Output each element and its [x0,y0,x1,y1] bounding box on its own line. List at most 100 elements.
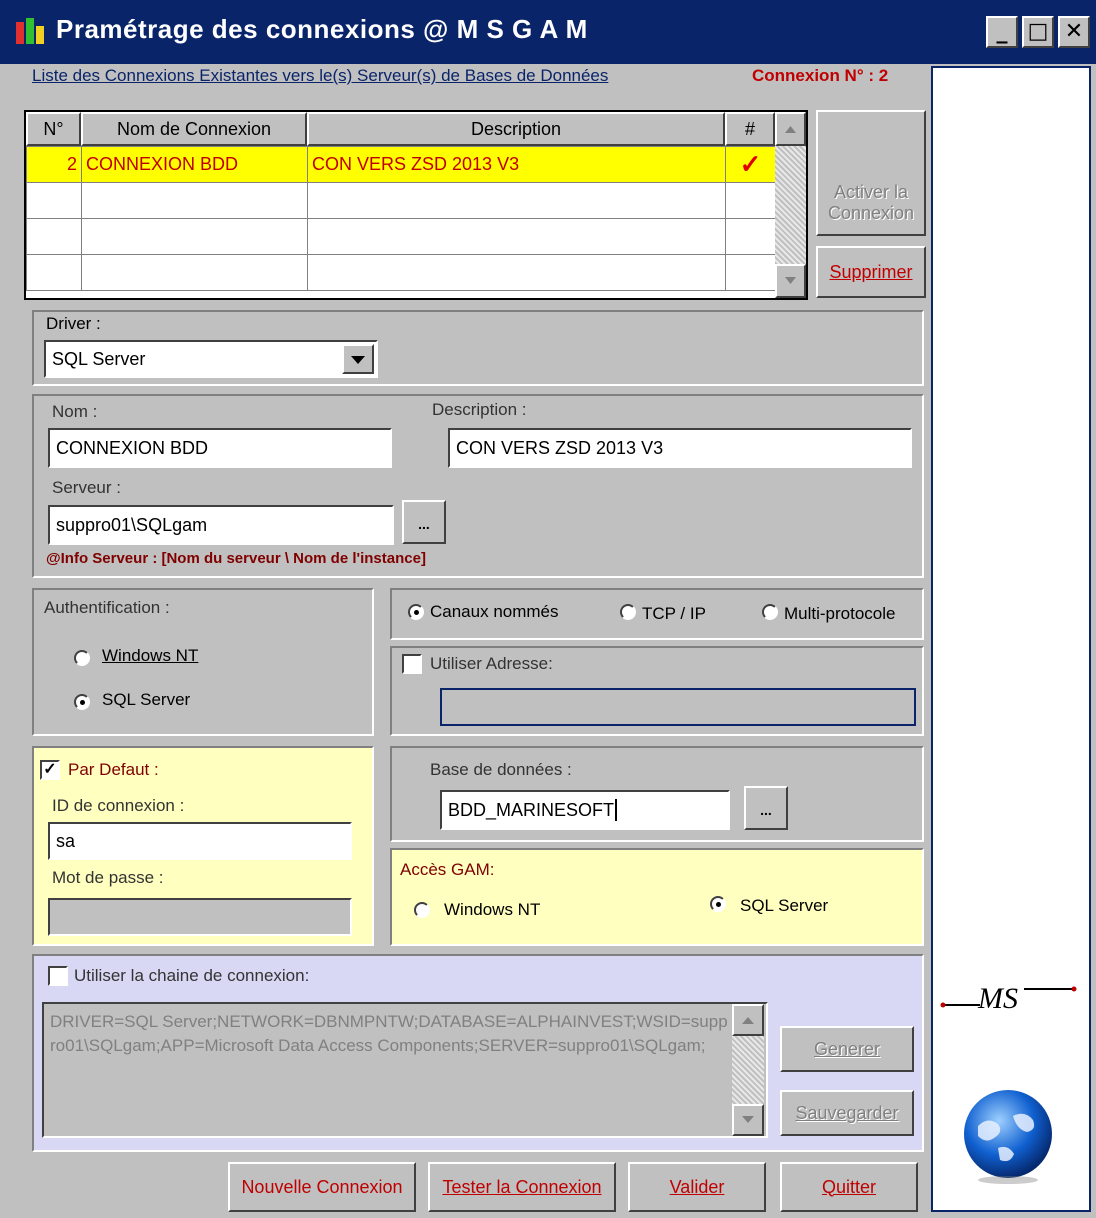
description-input[interactable]: CON VERS ZSD 2013 V3 [448,428,912,468]
activate-label-2: Connexion [827,203,915,223]
protocol-multi-label[interactable]: Multi-protocole [784,604,896,624]
textarea-scroll-down-icon[interactable] [732,1104,764,1136]
maximize-icon[interactable]: □ [1022,16,1054,48]
connection-string-textarea[interactable]: DRIVER=SQL Server;NETWORK=DBNMPNTW;DATAB… [42,1002,768,1138]
right-panel [931,66,1091,1212]
row-name [81,218,308,255]
gam-sql-label[interactable]: SQL Server [740,896,828,916]
protocol-named-pipes-label[interactable]: Canaux nommés [430,602,559,622]
gam-access-label: Accès GAM: [400,860,495,879]
table-row[interactable] [26,218,776,255]
svg-text:MS: MS [977,982,1018,1015]
row-name [81,254,308,291]
protocol-tcp-radio[interactable] [620,604,636,620]
app-icon [16,18,44,44]
column-header-active[interactable]: # [725,112,775,146]
connection-string-label[interactable]: Utiliser la chaine de connexion: [74,966,309,986]
database-label: Base de données : [430,760,572,779]
password-label: Mot de passe : [52,868,164,887]
row-num [26,254,82,291]
protocol-tcp-label[interactable]: TCP / IP [642,604,706,624]
connection-string-value: DRIVER=SQL Server;NETWORK=DBNMPNTW;DATAB… [50,1012,728,1055]
activate-connection-button[interactable]: Activer la Connexion [816,110,926,236]
protocol-named-pipes-radio[interactable] [408,604,424,620]
row-num [26,218,82,255]
driver-value: SQL Server [52,348,146,369]
active-check-icon: ✓ [725,146,776,183]
login-id-input[interactable]: sa [48,822,352,860]
ms-logo: MS [940,982,1077,1015]
chevron-down-icon[interactable] [342,344,374,374]
row-name: CONNEXION BDD [81,146,308,183]
row-active [725,218,776,255]
scroll-down-icon[interactable] [775,264,806,298]
table-row[interactable] [26,182,776,219]
row-description: CON VERS ZSD 2013 V3 [307,146,726,183]
login-id-label: ID de connexion : [52,796,185,815]
row-num: 2 [26,146,82,183]
gam-windows-label[interactable]: Windows NT [444,900,540,920]
connections-list-link[interactable]: Liste des Connexions Existantes vers le(… [32,66,608,86]
server-label: Serveur : [52,478,121,497]
database-input[interactable]: BDD_MARINESOFT [440,790,730,830]
auth-label: Authentification : [44,598,170,617]
save-button[interactable]: Sauvegarder [780,1090,914,1136]
database-value: BDD_MARINESOFT [448,799,615,820]
scroll-up-icon[interactable] [775,112,806,146]
description-label: Description : [432,400,527,419]
textarea-scroll-up-icon[interactable] [732,1004,764,1036]
generate-button[interactable]: Generer [780,1026,914,1072]
table-row[interactable] [26,254,776,291]
server-browse-button[interactable]: ... [402,500,446,544]
row-description [307,218,726,255]
driver-select[interactable]: SQL Server [44,340,378,378]
row-active [725,254,776,291]
description-value: CON VERS ZSD 2013 V3 [456,437,664,458]
window-title: Pramétrage des connexions @ M S G A M [56,14,588,44]
row-description [307,254,726,291]
gam-windows-radio[interactable] [414,902,430,918]
address-label[interactable]: Utiliser Adresse: [430,654,553,674]
driver-label: Driver : [46,314,101,333]
gam-sql-radio[interactable] [710,896,726,912]
auth-sql-label[interactable]: SQL Server [102,690,190,710]
quit-button[interactable]: Quitter [780,1162,918,1212]
activate-label-1: Activer la [833,182,909,202]
address-checkbox[interactable] [402,654,422,674]
address-input[interactable] [440,688,916,726]
login-id-value: sa [56,830,76,851]
close-icon[interactable]: ✕ [1058,16,1090,48]
connection-number: Connexion N° : 2 [752,66,889,85]
defaults-checkbox[interactable]: ✓ [40,760,60,780]
new-connection-button[interactable]: Nouvelle Connexion [228,1162,416,1212]
server-input[interactable]: suppro01\SQLgam [48,505,394,545]
text-cursor [615,799,618,821]
protocol-multi-radio[interactable] [762,604,778,620]
column-header-description[interactable]: Description [307,112,725,146]
name-input[interactable]: CONNEXION BDD [48,428,392,468]
connections-table: N° Nom de Connexion Description # 2 CONN… [24,110,808,300]
test-connection-button[interactable]: Tester la Connexion [428,1162,616,1212]
column-header-num[interactable]: N° [26,112,81,146]
auth-sql-radio[interactable] [74,694,90,710]
name-value: CONNEXION BDD [56,437,209,458]
database-browse-button[interactable]: ... [744,786,788,830]
row-num [26,182,82,219]
table-row[interactable]: 2 CONNEXION BDD CON VERS ZSD 2013 V3 ✓ [26,146,776,183]
table-body: 2 CONNEXION BDD CON VERS ZSD 2013 V3 ✓ [26,146,776,291]
password-input[interactable] [48,898,352,936]
auth-windows-label[interactable]: Windows NT [102,646,198,666]
minimize-icon[interactable]: _ [986,16,1018,48]
row-active [725,182,776,219]
row-name [81,182,308,219]
name-label: Nom : [52,402,98,421]
auth-windows-radio[interactable] [74,650,90,666]
column-header-name[interactable]: Nom de Connexion [81,112,307,146]
server-info: @Info Serveur : [Nom du serveur \ Nom de… [46,550,426,567]
row-description [307,182,726,219]
delete-button[interactable]: Supprimer [816,246,926,298]
globe-icon [964,1090,1052,1184]
defaults-label[interactable]: Par Defaut : [68,760,159,780]
connection-string-checkbox[interactable] [48,966,68,986]
validate-button[interactable]: Valider [628,1162,766,1212]
